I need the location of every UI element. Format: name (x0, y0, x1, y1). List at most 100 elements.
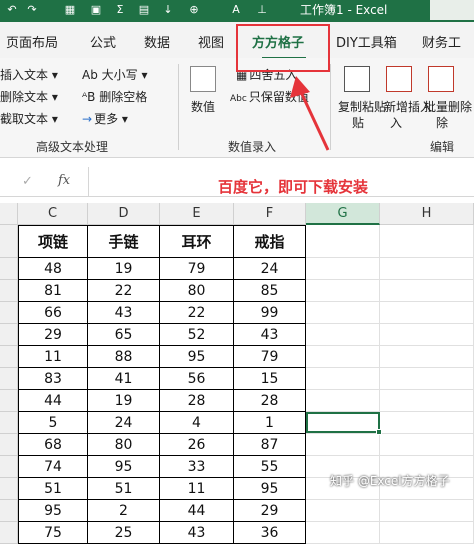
column-header-f[interactable]: F (234, 203, 306, 225)
table-cell[interactable]: 48 (18, 258, 88, 280)
empty-cell[interactable] (306, 434, 380, 456)
copy-paste-button[interactable]: 复制粘贴 (338, 98, 386, 115)
column-header-h[interactable]: H (380, 203, 474, 225)
table-cell[interactable]: 41 (88, 368, 160, 390)
quick-icon-4[interactable]: ▤ (136, 2, 152, 18)
more-button[interactable]: → 更多 ▾ (82, 110, 128, 127)
table-header-cell[interactable]: 耳环 (160, 225, 234, 258)
table-cell[interactable]: 85 (234, 280, 306, 302)
empty-cell[interactable] (380, 522, 474, 544)
empty-cell[interactable] (306, 258, 380, 280)
row-header[interactable] (0, 258, 18, 280)
table-cell[interactable]: 95 (88, 456, 160, 478)
empty-cell[interactable] (380, 500, 474, 522)
table-cell[interactable]: 95 (18, 500, 88, 522)
selected-cell[interactable] (306, 412, 380, 433)
numeric-button[interactable]: 数值 (191, 98, 215, 115)
column-header-g[interactable]: G (306, 203, 380, 225)
row-header[interactable] (0, 500, 18, 522)
table-cell[interactable]: 79 (160, 258, 234, 280)
table-cell[interactable]: 52 (160, 324, 234, 346)
empty-cell[interactable] (380, 390, 474, 412)
table-cell[interactable]: 24 (88, 412, 160, 434)
table-cell[interactable]: 43 (160, 522, 234, 544)
tab-data[interactable]: 数据 (144, 32, 170, 51)
table-cell[interactable]: 51 (88, 478, 160, 500)
redo-icon[interactable]: ↷ (24, 2, 40, 18)
pin-icon[interactable]: ⊥ (254, 2, 270, 18)
table-cell[interactable]: 25 (88, 522, 160, 544)
tab-formulas[interactable]: 公式 (90, 32, 116, 51)
table-cell[interactable]: 33 (160, 456, 234, 478)
table-header-cell[interactable]: 手链 (88, 225, 160, 258)
table-header-cell[interactable]: 戒指 (234, 225, 306, 258)
table-cell[interactable]: 43 (88, 302, 160, 324)
table-cell[interactable]: 99 (234, 302, 306, 324)
table-cell[interactable]: 56 (160, 368, 234, 390)
column-header-e[interactable]: E (160, 203, 234, 225)
empty-cell[interactable] (380, 225, 474, 258)
empty-cell[interactable] (380, 324, 474, 346)
table-cell[interactable]: 5 (18, 412, 88, 434)
table-cell[interactable]: 19 (88, 390, 160, 412)
table-cell[interactable]: 43 (234, 324, 306, 346)
row-header[interactable] (0, 280, 18, 302)
table-cell[interactable]: 55 (234, 456, 306, 478)
quick-icon-5[interactable]: ↓ (160, 2, 176, 18)
row-header[interactable] (0, 456, 18, 478)
empty-cell[interactable] (306, 390, 380, 412)
row-header[interactable] (0, 412, 18, 434)
delete-text-button[interactable]: 删除文本 ▾ (0, 88, 58, 105)
row-header[interactable] (0, 324, 18, 346)
empty-cell[interactable] (380, 368, 474, 390)
batch-delete-button[interactable]: 批量删除 (424, 98, 472, 115)
table-cell[interactable]: 22 (88, 280, 160, 302)
table-cell[interactable]: 28 (160, 390, 234, 412)
empty-cell[interactable] (380, 302, 474, 324)
keep-values-button[interactable]: Abc 只保留数值 (230, 88, 309, 105)
row-header[interactable] (0, 478, 18, 500)
table-cell[interactable]: 36 (234, 522, 306, 544)
table-cell[interactable]: 22 (160, 302, 234, 324)
column-header-c[interactable]: C (18, 203, 88, 225)
empty-cell[interactable] (306, 324, 380, 346)
table-cell[interactable]: 15 (234, 368, 306, 390)
table-cell[interactable]: 88 (88, 346, 160, 368)
table-cell[interactable]: 68 (18, 434, 88, 456)
row-header[interactable] (0, 368, 18, 390)
empty-cell[interactable] (306, 500, 380, 522)
tab-page-layout[interactable]: 页面布局 (6, 32, 58, 51)
empty-cell[interactable] (380, 434, 474, 456)
extract-text-button[interactable]: 截取文本 ▾ (0, 110, 58, 127)
text-box-icon[interactable]: A (228, 2, 244, 18)
table-cell[interactable]: 2 (88, 500, 160, 522)
function-icon[interactable]: fx (58, 173, 70, 188)
table-cell[interactable]: 66 (18, 302, 88, 324)
row-header[interactable] (0, 225, 18, 258)
row-header[interactable] (0, 302, 18, 324)
row-header[interactable] (0, 346, 18, 368)
table-cell[interactable]: 79 (234, 346, 306, 368)
table-cell[interactable]: 11 (160, 478, 234, 500)
tab-diy-toolbox[interactable]: DIY工具箱 (336, 32, 397, 51)
table-cell[interactable]: 81 (18, 280, 88, 302)
quick-icon-2[interactable]: ▣ (88, 2, 104, 18)
table-cell[interactable]: 80 (160, 280, 234, 302)
table-cell[interactable]: 4 (160, 412, 234, 434)
quick-icon-3[interactable]: Σ (112, 2, 128, 18)
table-cell[interactable]: 28 (234, 390, 306, 412)
confirm-icon[interactable]: ✓ (22, 174, 33, 189)
remove-spaces-button[interactable]: ᴬB 删除空格 (82, 88, 147, 105)
row-header[interactable] (0, 434, 18, 456)
empty-cell[interactable] (306, 225, 380, 258)
empty-cell[interactable] (306, 522, 380, 544)
table-cell[interactable]: 80 (88, 434, 160, 456)
table-cell[interactable]: 29 (234, 500, 306, 522)
empty-cell[interactable] (380, 412, 474, 434)
account-area[interactable] (430, 0, 474, 20)
empty-cell[interactable] (306, 346, 380, 368)
table-cell[interactable]: 26 (160, 434, 234, 456)
table-cell[interactable]: 65 (88, 324, 160, 346)
column-header-d[interactable]: D (88, 203, 160, 225)
fill-handle[interactable] (376, 429, 382, 435)
